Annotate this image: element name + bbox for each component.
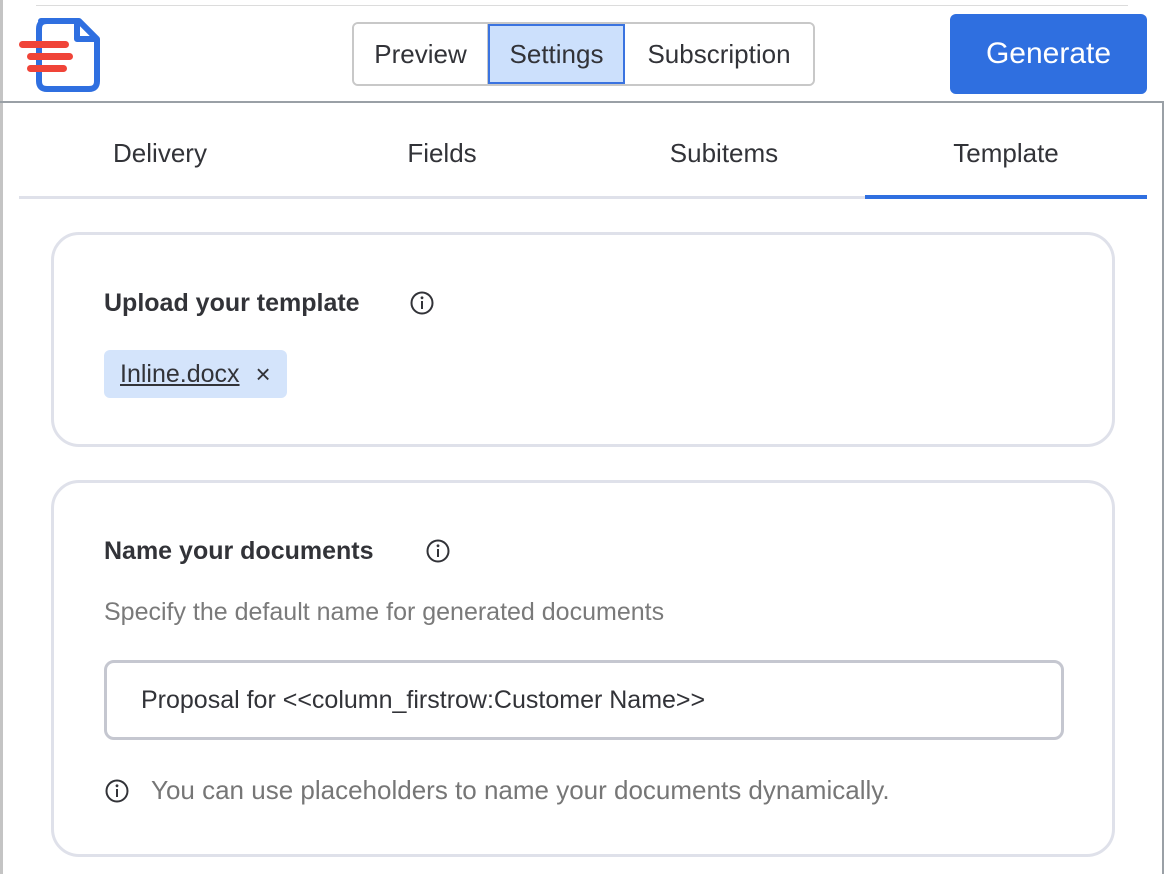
- remove-file-icon[interactable]: ×: [256, 361, 271, 387]
- settings-tabs: Delivery Fields Subitems Template: [19, 110, 1147, 200]
- segment-subscription[interactable]: Subscription: [625, 24, 813, 84]
- template-file-chip: Inline.docx ×: [104, 350, 287, 398]
- document-lines-logo-icon: [19, 18, 100, 92]
- header-divider: [0, 101, 1164, 103]
- name-documents-title: Name your documents: [104, 537, 374, 565]
- document-name-input[interactable]: [104, 660, 1064, 740]
- segment-settings[interactable]: Settings: [488, 24, 625, 84]
- tab-delivery[interactable]: Delivery: [19, 110, 301, 196]
- view-segmented-control: Preview Settings Subscription: [352, 22, 815, 86]
- placeholder-hint-text: You can use placeholders to name your do…: [151, 775, 890, 805]
- upload-template-title: Upload your template: [104, 289, 360, 317]
- upload-template-card: Upload your template Inline.docx ×: [51, 232, 1115, 447]
- placeholder-hint: You can use placeholders to name your do…: [104, 775, 890, 806]
- name-documents-subtitle: Specify the default name for generated d…: [104, 598, 665, 626]
- segment-preview[interactable]: Preview: [354, 24, 488, 84]
- tab-template[interactable]: Template: [865, 110, 1147, 196]
- info-icon[interactable]: [425, 538, 451, 564]
- tab-fields[interactable]: Fields: [301, 110, 583, 196]
- info-icon: [105, 779, 129, 802]
- app-frame: Preview Settings Subscription Generate D…: [0, 0, 1164, 874]
- left-border: [0, 0, 3, 874]
- generate-button[interactable]: Generate: [950, 14, 1147, 94]
- name-documents-card: Name your documents Specify the default …: [51, 480, 1115, 857]
- template-file-link[interactable]: Inline.docx: [120, 360, 240, 389]
- top-divider: [36, 5, 1128, 6]
- active-tab-indicator: [865, 195, 1147, 199]
- info-icon[interactable]: [409, 290, 435, 316]
- tab-subitems[interactable]: Subitems: [583, 110, 865, 196]
